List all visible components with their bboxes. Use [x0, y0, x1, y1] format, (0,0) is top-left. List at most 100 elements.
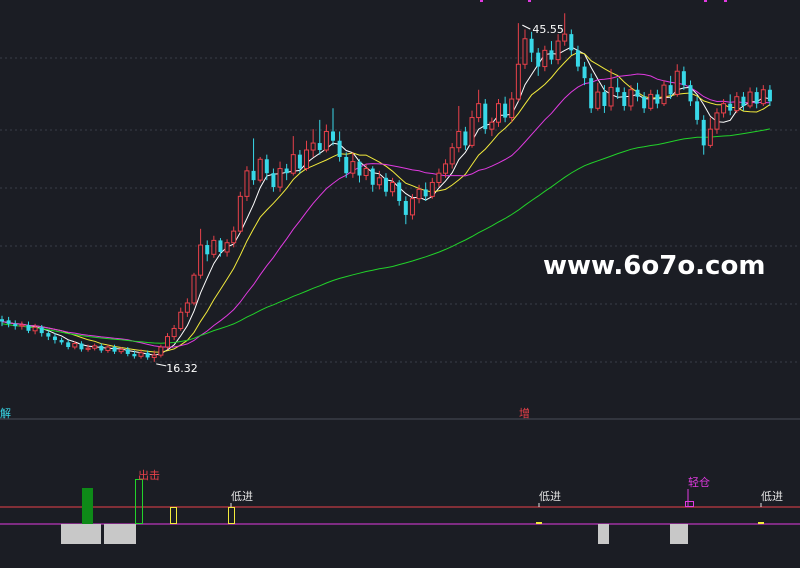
candle-body [668, 85, 673, 95]
candle [747, 87, 753, 109]
candle [337, 131, 342, 162]
candle-body [151, 354, 157, 358]
candle-body [628, 89, 634, 107]
top-marker-0 [480, 0, 483, 2]
candle-body [509, 98, 515, 119]
top-marker-2 [704, 0, 707, 2]
candle-body [32, 326, 38, 332]
candle [449, 143, 455, 169]
candle [569, 29, 574, 55]
candle-body [138, 352, 144, 357]
candle-body [13, 323, 18, 327]
candle-body [463, 131, 468, 146]
candle [483, 99, 488, 134]
candle [304, 140, 310, 171]
candle-body [714, 112, 720, 130]
candle-body [79, 343, 84, 350]
candle-body [105, 346, 111, 351]
candle-body [350, 161, 356, 174]
candle-body [602, 92, 607, 106]
indicator-tick [758, 522, 764, 524]
candle [165, 333, 170, 350]
candle [244, 166, 250, 201]
candle-body [0, 319, 4, 322]
candle-body [403, 201, 408, 215]
indicator-tick [536, 522, 542, 524]
candle-body [363, 168, 369, 177]
candle-body [476, 103, 482, 119]
candle [158, 344, 164, 358]
low-price-label: 16.32 [166, 362, 198, 375]
candle [754, 87, 759, 109]
candle [655, 89, 660, 109]
candle [184, 298, 190, 317]
candle [674, 64, 680, 97]
indicator-grey-bar-0 [61, 524, 101, 544]
high-marker-line [522, 24, 531, 30]
candle [436, 168, 442, 188]
candle-body [277, 168, 283, 188]
indicator-grey-bar-1 [104, 524, 136, 544]
candle-body [436, 172, 442, 183]
candle-body [383, 177, 388, 192]
candle [615, 78, 620, 100]
candle [323, 124, 329, 153]
candle [469, 110, 475, 148]
signal-label: 低进 [761, 490, 783, 503]
candle-body [529, 38, 534, 53]
candle [79, 341, 84, 352]
candle-body [549, 50, 554, 60]
indicator-hollow-magenta [685, 501, 694, 507]
candle [178, 307, 184, 331]
candlestick-chart[interactable]: 45.55 16.32 解 增 www.6o7o.com 出击低进 低进 轻仓低进 [0, 0, 800, 568]
candle [515, 23, 521, 102]
candle-body [118, 348, 124, 353]
high-price-label: 45.55 [532, 23, 564, 36]
candle-body [224, 242, 230, 253]
candle-body [595, 91, 601, 109]
candle-body [741, 96, 746, 106]
candle [595, 82, 601, 111]
candle-body [191, 274, 197, 304]
candle-body [59, 340, 64, 343]
ma-line-ma5 [1, 46, 770, 356]
candle-body [575, 50, 580, 67]
candle-body [244, 170, 250, 197]
candle-body [205, 245, 210, 255]
candle-body [589, 78, 594, 109]
candle [284, 163, 289, 181]
candle [582, 61, 587, 86]
candle [383, 173, 388, 197]
candle-body [390, 181, 396, 193]
candle [397, 180, 402, 206]
candle [403, 196, 408, 225]
candle-body [608, 86, 614, 107]
candle-body [337, 140, 342, 157]
candle [310, 129, 316, 157]
candle [331, 108, 335, 146]
candle [297, 150, 302, 174]
candle [496, 99, 501, 127]
candle-body [112, 347, 117, 352]
candle [695, 96, 700, 125]
candle-body [695, 101, 700, 120]
candle [476, 89, 482, 123]
candle-body [99, 345, 104, 351]
candle-body [767, 89, 772, 102]
candle [701, 115, 706, 155]
candle [52, 333, 57, 344]
candle [423, 182, 428, 201]
candle-body [257, 158, 263, 181]
candle-body [555, 40, 561, 61]
candle [728, 94, 733, 116]
candle-body [503, 103, 508, 118]
candle-body [231, 230, 237, 244]
candle-body [46, 333, 51, 337]
indicator-grey-bar-3 [670, 524, 688, 544]
candle [0, 315, 4, 327]
candle-body [198, 244, 204, 276]
candle-body [496, 103, 501, 123]
candle [271, 168, 276, 192]
candle-body [429, 181, 435, 197]
candle-body [39, 327, 44, 334]
